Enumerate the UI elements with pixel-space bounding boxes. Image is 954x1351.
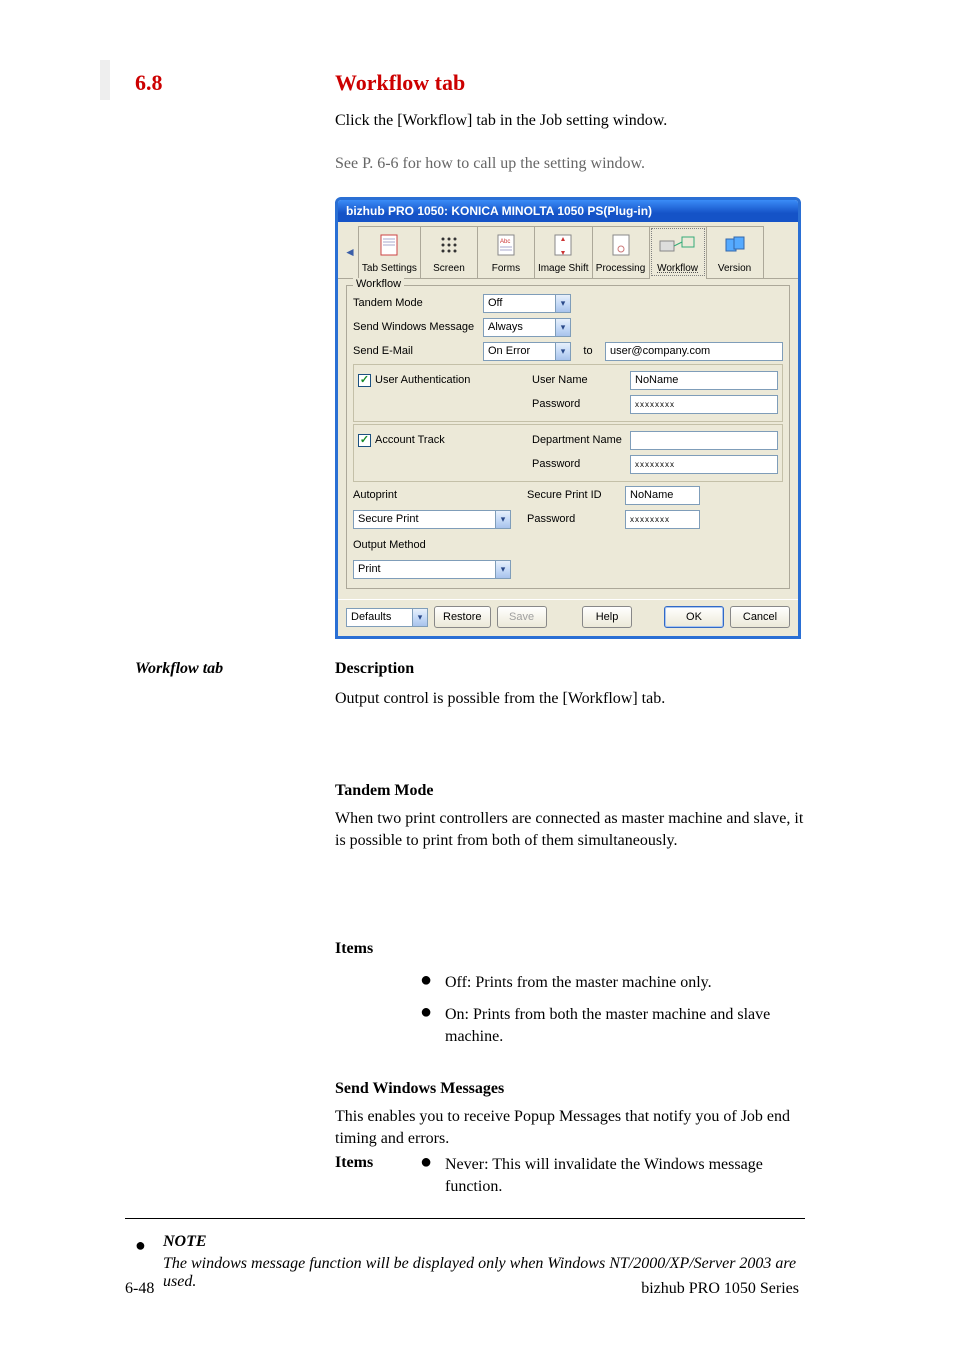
secure-id-label: Secure Print ID bbox=[527, 489, 625, 501]
tandem-select[interactable]: Off▾ bbox=[483, 294, 571, 313]
secure-id-input[interactable]: NoName bbox=[625, 486, 700, 505]
chevron-down-icon: ▾ bbox=[555, 343, 570, 360]
dept-input[interactable] bbox=[630, 431, 778, 450]
see-reference: See P. 6-6 for how to call up the settin… bbox=[335, 153, 795, 175]
secure-print-select[interactable]: Secure Print▾ bbox=[353, 510, 511, 529]
bullet-icon: ● bbox=[420, 970, 432, 990]
version-icon bbox=[715, 229, 755, 261]
tandem-off-item: Off: Prints from the master machine only… bbox=[445, 972, 805, 994]
tandem-label: Tandem Mode bbox=[353, 297, 483, 309]
account-track-checkbox[interactable]: ✓Account Track bbox=[358, 434, 445, 447]
output-method-select[interactable]: Print▾ bbox=[353, 560, 511, 579]
user-auth-checkbox[interactable]: ✓User Authentication bbox=[358, 374, 470, 387]
defaults-select[interactable]: Defaults▾ bbox=[346, 608, 428, 627]
tab-screen[interactable]: Screen bbox=[420, 226, 478, 278]
userauth-pw-input[interactable]: xxxxxxxx bbox=[630, 395, 778, 414]
tab-workflow[interactable]: Workflow bbox=[649, 226, 707, 278]
group-legend: Workflow bbox=[353, 278, 404, 290]
section-title: Workflow tab bbox=[335, 70, 465, 96]
dots-icon bbox=[429, 229, 469, 261]
swm-never-item: Never: This will invalidate the Windows … bbox=[445, 1154, 805, 1197]
shift-icon bbox=[543, 229, 583, 261]
tandem-on-item: On: Prints from both the master machine … bbox=[445, 1004, 805, 1047]
swm-desc: This enables you to receive Popup Messag… bbox=[335, 1106, 805, 1149]
tab-forms[interactable]: Abc Forms bbox=[477, 226, 535, 278]
workflow-group: Workflow Tandem Mode Off▾ Send Windows M… bbox=[346, 285, 790, 589]
swm-select[interactable]: Always▾ bbox=[483, 318, 571, 337]
gear-doc-icon bbox=[601, 229, 641, 261]
save-button[interactable]: Save bbox=[497, 606, 547, 628]
swm-label: Send Windows Message bbox=[353, 321, 483, 333]
page-icon bbox=[369, 229, 409, 261]
chevron-down-icon: ▾ bbox=[495, 511, 510, 528]
chevron-down-icon: ▾ bbox=[555, 295, 570, 312]
email-select[interactable]: On Error▾ bbox=[483, 342, 571, 361]
userauth-pw-label: Password bbox=[532, 398, 630, 410]
dept-label: Department Name bbox=[532, 434, 630, 446]
dialog-titlebar: bizhub PRO 1050: KONICA MINOLTA 1050 PS(… bbox=[338, 200, 798, 222]
acct-pw-label: Password bbox=[532, 458, 630, 470]
help-button[interactable]: Help bbox=[582, 606, 632, 628]
chevron-down-icon: ▾ bbox=[495, 561, 510, 578]
email-label: Send E-Mail bbox=[353, 345, 483, 357]
section-number: 6.8 bbox=[135, 70, 163, 96]
svg-text:Abc: Abc bbox=[500, 239, 510, 245]
swm-items-heading: Items bbox=[335, 1154, 373, 1172]
printer-flow-icon bbox=[658, 229, 698, 261]
username-label: User Name bbox=[532, 374, 630, 386]
username-input[interactable]: NoName bbox=[630, 371, 778, 390]
tab-strip: ◄ Tab Settings Screen Abc Forms bbox=[338, 222, 798, 279]
bullet-icon: ● bbox=[135, 1236, 146, 1254]
acct-pw-input[interactable]: xxxxxxxx bbox=[630, 455, 778, 474]
chevron-down-icon: ▾ bbox=[412, 609, 427, 626]
page-number: 6-48 bbox=[125, 1280, 154, 1298]
autoprint-label: Autoprint bbox=[353, 489, 483, 501]
tab-processing[interactable]: Processing bbox=[592, 226, 650, 278]
cancel-button[interactable]: Cancel bbox=[730, 606, 790, 628]
tandem-heading: Tandem Mode bbox=[335, 782, 434, 800]
secure-pw-label: Password bbox=[527, 513, 625, 525]
tandem-items-heading: Items bbox=[335, 940, 373, 958]
margin-heading: Workflow tab bbox=[135, 660, 223, 678]
output-method-label: Output Method bbox=[353, 539, 483, 551]
intro-text: Click the [Workflow] tab in the Job sett… bbox=[335, 110, 795, 132]
doc-icon: Abc bbox=[486, 229, 526, 261]
bullet-icon: ● bbox=[420, 1002, 432, 1022]
tandem-desc: When two print controllers are connected… bbox=[335, 808, 805, 851]
tab-scroll-left[interactable]: ◄ bbox=[342, 245, 358, 259]
email-to-input[interactable]: user@company.com bbox=[605, 342, 783, 361]
tab-image-shift[interactable]: Image Shift bbox=[534, 226, 593, 278]
description-text: Output control is possible from the [Wor… bbox=[335, 688, 795, 710]
ok-button[interactable]: OK bbox=[664, 606, 724, 628]
footer-note-title: NOTE bbox=[163, 1233, 207, 1251]
product-name-footer: bizhub PRO 1050 Series bbox=[641, 1280, 799, 1298]
secure-pw-input[interactable]: xxxxxxxx bbox=[625, 510, 700, 529]
email-to-label: to bbox=[571, 345, 605, 357]
restore-button[interactable]: Restore bbox=[434, 606, 491, 628]
divider bbox=[125, 1218, 805, 1219]
tab-tab-settings[interactable]: Tab Settings bbox=[358, 226, 421, 278]
chevron-down-icon: ▾ bbox=[555, 319, 570, 336]
workflow-dialog: bizhub PRO 1050: KONICA MINOLTA 1050 PS(… bbox=[335, 197, 801, 639]
description-heading: Description bbox=[335, 660, 414, 678]
tab-version[interactable]: Version bbox=[706, 226, 764, 278]
bullet-icon: ● bbox=[420, 1152, 432, 1172]
swm-heading: Send Windows Messages bbox=[335, 1080, 504, 1098]
